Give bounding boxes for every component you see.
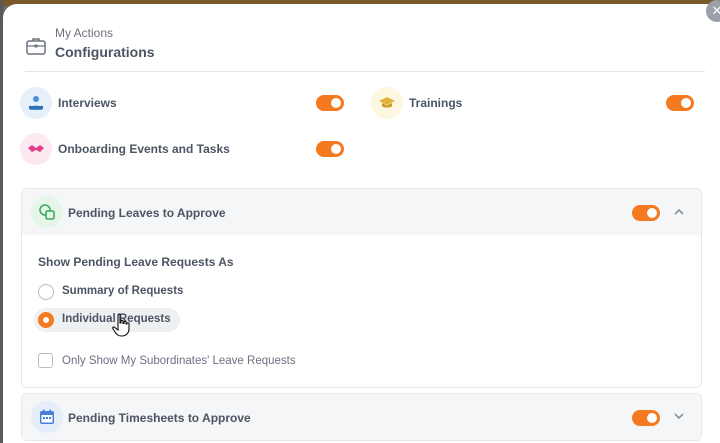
radio-summary-label: Summary of Requests [62, 285, 184, 297]
interviews-toggle[interactable] [316, 95, 344, 111]
pending-timesheets-label: Pending Timesheets to Approve [68, 411, 251, 425]
configurations-dialog: ✕ My Actions Configurations Interviews T… [3, 0, 720, 443]
header-subtitle: My Actions [55, 26, 114, 40]
radio-summary-of-requests[interactable]: Summary of Requests [34, 280, 194, 304]
trainings-label: Trainings [409, 96, 463, 110]
onboarding-toggle[interactable] [316, 141, 344, 157]
onboarding-row: Onboarding Events and Tasks [20, 133, 350, 165]
pending-timesheets-toggle[interactable] [632, 410, 660, 426]
show-requests-as-label: Show Pending Leave Requests As [38, 255, 234, 269]
graduation-cap-icon [371, 87, 403, 119]
pending-leaves-label: Pending Leaves to Approve [68, 206, 226, 220]
radio-button[interactable] [38, 284, 54, 300]
page-title: Configurations [55, 44, 155, 60]
calendar-icon [31, 401, 63, 433]
trainings-toggle[interactable] [666, 95, 694, 111]
dialog-header: My Actions Configurations [25, 4, 705, 72]
pending-leaves-header[interactable]: Pending Leaves to Approve [22, 189, 701, 235]
handshake-icon [20, 133, 52, 165]
close-icon[interactable]: ✕ [706, 0, 720, 22]
onboarding-label: Onboarding Events and Tasks [58, 142, 230, 156]
chevron-down-icon[interactable] [673, 410, 685, 422]
pending-timesheets-header[interactable]: Pending Timesheets to Approve [22, 394, 701, 440]
leave-icon [31, 196, 63, 228]
radio-button-selected[interactable] [38, 312, 54, 328]
radio-individual-requests[interactable]: Individual Requests [34, 308, 180, 332]
interview-icon [20, 87, 52, 119]
subordinates-checkbox[interactable] [38, 353, 53, 368]
hand-cursor-icon [112, 313, 130, 337]
chevron-up-icon[interactable] [673, 206, 685, 218]
subordinates-checkbox-label: Only Show My Subordinates' Leave Request… [62, 355, 296, 367]
pending-leaves-card: Pending Leaves to Approve Show Pending L… [21, 188, 702, 388]
trainings-row: Trainings [371, 87, 701, 119]
interviews-label: Interviews [58, 96, 117, 110]
pending-timesheets-card: Pending Timesheets to Approve [21, 393, 702, 441]
briefcase-icon [26, 38, 46, 55]
pending-leaves-toggle[interactable] [632, 205, 660, 221]
interviews-row: Interviews [20, 87, 350, 119]
